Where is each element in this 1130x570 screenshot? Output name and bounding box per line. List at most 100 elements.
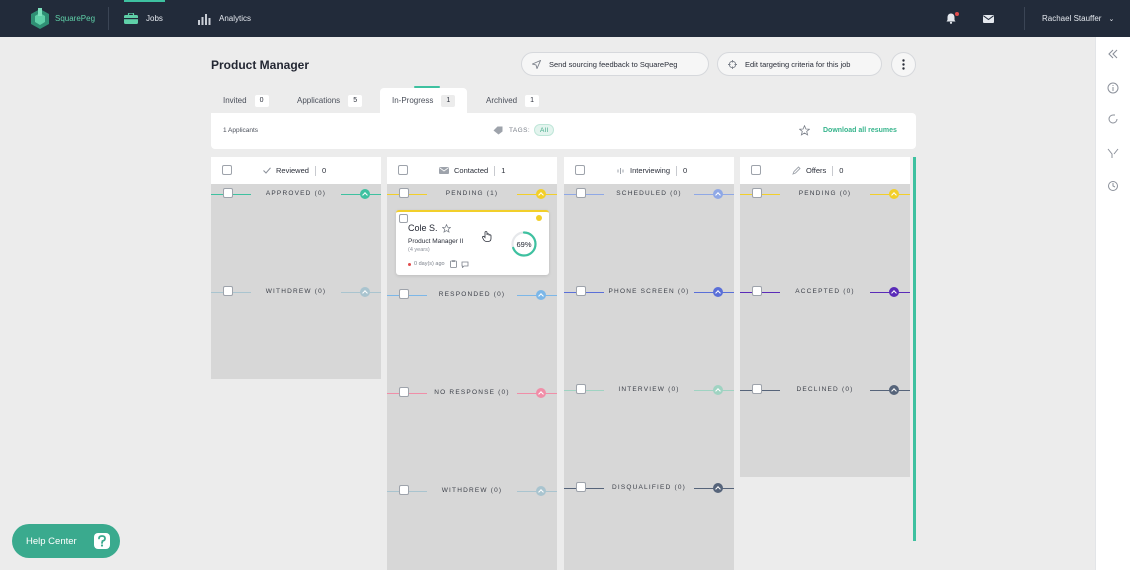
tag-icon: [493, 126, 503, 134]
stage-collapse-chevron-icon[interactable]: [713, 189, 723, 199]
column-count: 1: [501, 166, 506, 175]
stage-withdrew[interactable]: WITHDREW (0): [211, 285, 381, 299]
stage-label: RESPONDED (0): [438, 291, 506, 298]
target-icon: [728, 59, 737, 69]
briefcase-icon: [124, 13, 138, 24]
info-icon[interactable]: [1107, 82, 1119, 94]
stage-no-response[interactable]: NO RESPONSE (0): [387, 386, 557, 400]
select-all-checkbox[interactable]: [575, 165, 585, 175]
candidate-card[interactable]: Cole S. Product Manager II (4 years) 0 d…: [396, 210, 549, 275]
edit-targeting-button[interactable]: Edit targeting criteria for this job: [717, 52, 882, 76]
tab-count: 1: [525, 94, 540, 107]
column-offers: Offers 0 PENDING (0) ACCEPTED (0) DECLIN…: [740, 157, 910, 477]
stage-label: INTERVIEW (0): [618, 386, 680, 393]
candidate-role: Product Manager II: [408, 238, 464, 245]
clipboard-icon[interactable]: [449, 260, 457, 268]
stage-collapse-chevron-icon[interactable]: [713, 287, 723, 297]
refresh-icon[interactable]: [1107, 113, 1119, 125]
stage-label: ACCEPTED (0): [795, 288, 855, 295]
select-all-checkbox[interactable]: [398, 165, 408, 175]
stage-collapse-chevron-icon[interactable]: [536, 388, 546, 398]
stage-collapse-chevron-icon[interactable]: [713, 483, 723, 493]
title-separator: [676, 165, 678, 176]
stage-approved[interactable]: APPROVED (0): [211, 187, 381, 201]
stage-label: PENDING (0): [798, 190, 852, 197]
squarepeg-logo[interactable]: SquarePeg: [29, 5, 119, 32]
column-count: 0: [321, 166, 327, 175]
tab-label: Archived: [486, 96, 518, 105]
candidate-name: Cole S.: [408, 223, 451, 233]
candidate-experience: (4 years): [408, 247, 430, 253]
stage-label: WITHDREW (0): [265, 288, 327, 295]
stage-pending[interactable]: PENDING (1): [387, 187, 557, 201]
more-options-button[interactable]: [891, 52, 916, 77]
messages-button[interactable]: [983, 0, 994, 37]
stage-phone-screen[interactable]: PHONE SCREEN (0): [564, 285, 734, 299]
stage-collapse-chevron-icon[interactable]: [536, 290, 546, 300]
column-header: Interviewing 0: [564, 157, 734, 184]
chat-icon[interactable]: [461, 261, 469, 268]
tab-applications[interactable]: Applications 5: [297, 88, 363, 113]
sound-icon: [617, 167, 624, 174]
column-interviewing: Interviewing 0 SCHEDULED (0) PHONE SCREE…: [564, 157, 734, 570]
stage-collapse-chevron-icon[interactable]: [536, 486, 546, 496]
user-name: Rachael Stauffer: [1042, 14, 1102, 23]
stage-declined[interactable]: DECLINED (0): [740, 383, 910, 397]
stage-pending[interactable]: PENDING (0): [740, 187, 910, 201]
stage-responded[interactable]: RESPONDED (0): [387, 288, 557, 302]
column-title: Contacted 1: [439, 157, 505, 184]
column-title: Reviewed 0: [263, 157, 326, 184]
user-divider: [1024, 7, 1025, 30]
column-title-label: Contacted: [454, 166, 489, 175]
collapse-double-chevron-icon[interactable]: [1107, 48, 1119, 60]
stage-accepted[interactable]: ACCEPTED (0): [740, 285, 910, 299]
nav-jobs-active-indicator: [124, 0, 165, 2]
column-title-label: Reviewed: [276, 166, 309, 175]
tags-all-chip[interactable]: All: [534, 124, 555, 136]
board-scrollbar[interactable]: [913, 157, 916, 541]
download-resumes-link[interactable]: Download all resumes: [823, 127, 897, 134]
stage-withdrew[interactable]: WITHDREW (0): [387, 484, 557, 498]
tab-count: 1: [441, 94, 456, 107]
check-icon: [263, 167, 271, 174]
stage-label: APPROVED (0): [265, 190, 327, 197]
stage-collapse-chevron-icon[interactable]: [889, 287, 899, 297]
history-icon[interactable]: [1107, 180, 1119, 192]
stage-label: DISQUALIFIED (0): [611, 484, 687, 491]
help-center-button[interactable]: Help Center: [12, 524, 120, 558]
tab-count: 5: [348, 94, 363, 107]
help-center-label: Help Center: [26, 535, 77, 547]
stage-collapse-chevron-icon[interactable]: [360, 189, 370, 199]
stage-collapse-chevron-icon[interactable]: [536, 189, 546, 199]
column-reviewed: Reviewed 0 APPROVED (0) WITHDREW (0): [211, 157, 381, 379]
notifications-button[interactable]: [946, 0, 959, 37]
stage-collapse-chevron-icon[interactable]: [889, 385, 899, 395]
tab-archived[interactable]: Archived 1: [486, 88, 540, 113]
candidate-activity: 0 day(s) ago: [408, 260, 469, 268]
tab-invited[interactable]: Invited 0: [223, 88, 269, 113]
star-outline-icon[interactable]: [441, 223, 451, 233]
candidate-checkbox[interactable]: [399, 214, 408, 223]
column-count: 0: [683, 166, 688, 175]
stage-collapse-chevron-icon[interactable]: [360, 287, 370, 297]
nav-divider: [108, 7, 109, 30]
tab-in-progress[interactable]: In-Progress 1: [380, 86, 468, 113]
tab-active-indicator: [414, 86, 440, 88]
stage-collapse-chevron-icon[interactable]: [889, 189, 899, 199]
select-all-checkbox[interactable]: [751, 165, 761, 175]
user-menu[interactable]: Rachael Stauffer ⌄: [1042, 0, 1114, 37]
send-feedback-button[interactable]: Send sourcing feedback to SquarePeg: [521, 52, 709, 76]
nav-jobs[interactable]: Jobs: [124, 0, 165, 37]
stage-disqualified[interactable]: DISQUALIFIED (0): [564, 481, 734, 495]
stage-scheduled[interactable]: SCHEDULED (0): [564, 187, 734, 201]
filter-icon[interactable]: [1107, 147, 1119, 159]
stage-label: NO RESPONSE (0): [434, 389, 510, 396]
select-all-checkbox[interactable]: [222, 165, 232, 175]
stage-interview[interactable]: INTERVIEW (0): [564, 383, 734, 397]
column-header: Offers 0: [740, 157, 910, 184]
title-separator: [494, 165, 496, 176]
stage-collapse-chevron-icon[interactable]: [713, 385, 723, 395]
star-outline-icon[interactable]: [799, 125, 810, 136]
nav-analytics[interactable]: Analytics: [198, 0, 251, 37]
applicants-count: 1 Applicants: [223, 127, 259, 134]
